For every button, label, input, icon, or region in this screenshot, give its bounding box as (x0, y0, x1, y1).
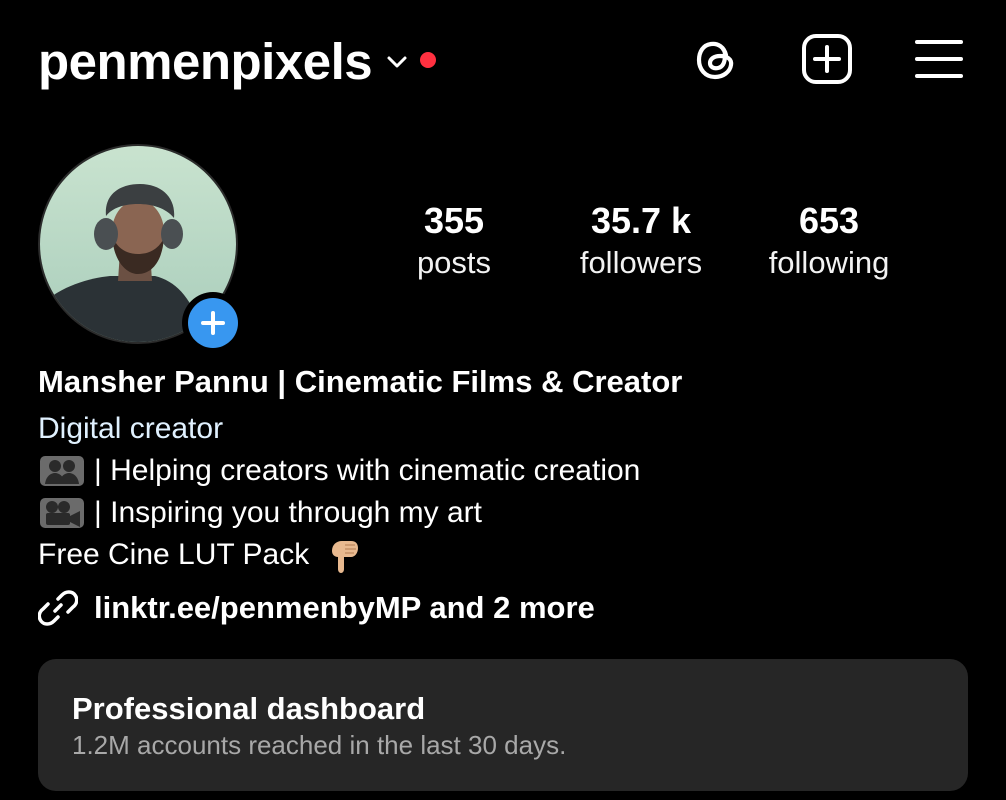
bio-text: | Helping creators with cinematic creati… (94, 454, 641, 487)
add-post-icon (802, 34, 852, 84)
create-post-button[interactable] (800, 32, 854, 86)
plus-icon (188, 298, 238, 348)
menu-button[interactable] (912, 32, 966, 86)
display-name: Mansher Pannu | Cinematic Films & Creato… (38, 364, 683, 399)
dashboard-title: Professional dashboard (72, 691, 426, 726)
followers-stat[interactable]: 35.7 k followers (566, 200, 716, 284)
profile-page: penmenpixels 355 posts 35.7 k followers … (0, 0, 1006, 800)
bio-line: Free Cine LUT Pack (38, 535, 361, 575)
threads-icon (696, 41, 734, 80)
profile-link[interactable]: linktr.ee/penmenbyMP and 2 more (38, 588, 595, 628)
threads-button[interactable] (690, 32, 744, 86)
bio-line: | Helping creators with cinematic creati… (38, 451, 640, 491)
category-label[interactable]: Digital creator (38, 409, 223, 449)
following-label: following (768, 245, 890, 280)
pointing-down-emoji (332, 541, 359, 573)
professional-dashboard-card[interactable]: Professional dashboard 1.2M accounts rea… (38, 659, 968, 791)
people-emoji (40, 456, 84, 486)
bio-text: Free Cine LUT Pack (38, 538, 310, 571)
profile-header: penmenpixels (38, 26, 966, 96)
link-icon (38, 590, 78, 626)
posts-label: posts (416, 245, 492, 280)
posts-stat[interactable]: 355 posts (404, 200, 504, 284)
link-text: linktr.ee/penmenbyMP and 2 more (94, 590, 595, 625)
followers-count: 35.7 k (590, 200, 692, 241)
notification-dot (420, 52, 437, 68)
username: penmenpixels (38, 33, 373, 90)
hamburger-menu-icon (915, 40, 963, 78)
account-switcher[interactable]: penmenpixels (38, 32, 437, 92)
following-count: 653 (798, 200, 860, 241)
followers-label: followers (579, 245, 703, 280)
bio-line: | Inspiring you through my art (38, 493, 482, 533)
movie-camera-emoji (40, 498, 84, 528)
add-story-button[interactable] (182, 292, 244, 354)
dashboard-subtitle: 1.2M accounts reached in the last 30 day… (72, 730, 567, 760)
posts-count: 355 (423, 200, 485, 241)
bio-text: | Inspiring you through my art (94, 496, 482, 529)
chevron-down-icon (387, 56, 407, 68)
following-stat[interactable]: 653 following (754, 200, 904, 284)
